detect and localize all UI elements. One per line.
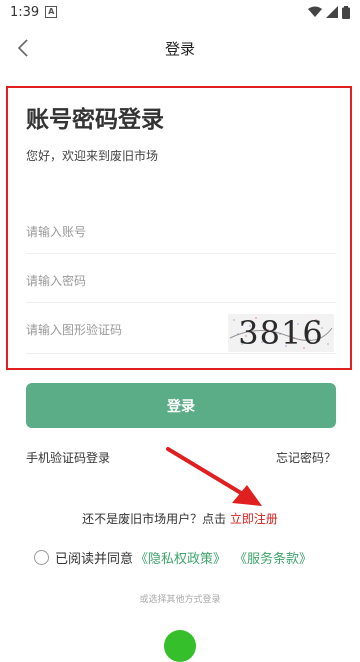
password-field-row	[26, 261, 336, 303]
signal-icon	[326, 6, 338, 18]
app-bar: 登录	[0, 24, 360, 72]
battery-icon	[342, 5, 350, 19]
sms-login-link[interactable]: 手机验证码登录	[26, 449, 110, 466]
notification-a-icon: A	[45, 6, 58, 18]
service-terms-link[interactable]: 《服务条款》	[234, 548, 312, 567]
register-row: 还不是废旧市场用户？点击 立即注册	[0, 510, 360, 527]
captcha-text: 3816	[238, 314, 324, 352]
page-title: 登录	[164, 39, 195, 58]
agreement-text: 已阅读并同意	[55, 552, 134, 567]
agreement-row: 已阅读并同意 《隐私权政策》 《服务条款》	[34, 548, 312, 567]
captcha-input[interactable]	[26, 310, 216, 350]
back-arrow-icon[interactable]	[12, 36, 36, 60]
wechat-icon[interactable]	[164, 630, 196, 662]
account-field-row	[26, 212, 336, 254]
welcome-subtitle: 您好，欢迎来到废旧市场	[26, 149, 159, 163]
status-bar-right	[308, 5, 350, 19]
register-link[interactable]: 立即注册	[230, 512, 278, 526]
status-bar: 1:39 A	[0, 0, 360, 24]
password-input[interactable]	[26, 261, 216, 301]
wifi-icon	[308, 6, 322, 17]
account-input[interactable]	[26, 212, 216, 252]
captcha-image[interactable]: 3816	[228, 314, 334, 352]
agree-checkbox[interactable]	[34, 550, 49, 565]
forgot-password-link[interactable]: 忘记密码？	[276, 449, 336, 466]
privacy-policy-link[interactable]: 《隐私权政策》	[135, 548, 226, 567]
login-form-title: 账号密码登录	[26, 107, 164, 133]
login-button[interactable]: 登录	[26, 383, 336, 428]
status-bar-left: 1:39 A	[10, 4, 58, 20]
status-time: 1:39	[10, 4, 40, 20]
captcha-field-row: 3816	[26, 310, 336, 354]
register-prompt: 还不是废旧市场用户？点击	[82, 512, 227, 526]
other-login-label: 或选择其他方式登录	[139, 595, 221, 605]
